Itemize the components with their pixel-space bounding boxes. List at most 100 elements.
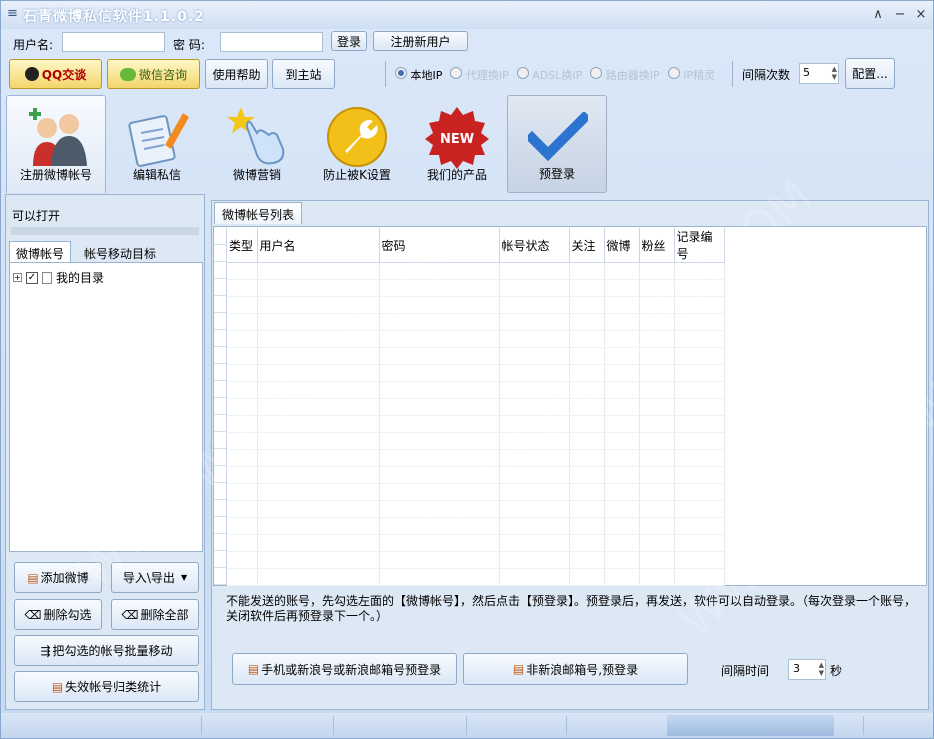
col-weibo[interactable]: 微博 <box>604 228 640 263</box>
table-cell[interactable] <box>257 500 380 518</box>
table-cell[interactable] <box>257 432 380 450</box>
table-cell[interactable] <box>227 415 258 433</box>
table-cell[interactable] <box>674 517 725 535</box>
table-cell[interactable] <box>674 262 725 280</box>
table-cell[interactable] <box>379 330 500 348</box>
table-cell[interactable] <box>569 449 605 467</box>
table-cell[interactable] <box>674 415 725 433</box>
table-cell[interactable] <box>674 551 725 569</box>
table-cell[interactable] <box>227 500 258 518</box>
table-cell[interactable] <box>604 500 640 518</box>
table-cell[interactable] <box>379 517 500 535</box>
table-cell[interactable] <box>379 568 500 586</box>
table-cell[interactable] <box>569 398 605 416</box>
table-cell[interactable] <box>227 313 258 331</box>
table-cell[interactable] <box>569 415 605 433</box>
table-cell[interactable] <box>639 534 675 552</box>
table-cell[interactable] <box>227 398 258 416</box>
table-cell[interactable] <box>379 415 500 433</box>
table-cell[interactable] <box>639 500 675 518</box>
table-cell[interactable] <box>569 313 605 331</box>
password-input[interactable] <box>220 32 323 52</box>
table-row[interactable] <box>227 568 725 586</box>
table-cell[interactable] <box>604 449 640 467</box>
close-icon[interactable]: × <box>912 7 930 23</box>
table-cell[interactable] <box>379 398 500 416</box>
login-button[interactable]: 登录 <box>331 31 367 51</box>
table-cell[interactable] <box>257 415 380 433</box>
table-cell[interactable] <box>257 296 380 314</box>
table-row[interactable] <box>227 330 725 348</box>
table-cell[interactable] <box>227 347 258 365</box>
interval-time-spinner[interactable]: 3 ▲ ▼ <box>788 659 826 680</box>
table-cell[interactable] <box>257 568 380 586</box>
table-cell[interactable] <box>604 262 640 280</box>
table-cell[interactable] <box>499 330 570 348</box>
table-cell[interactable] <box>674 398 725 416</box>
table-cell[interactable] <box>379 364 500 382</box>
table-cell[interactable] <box>604 568 640 586</box>
table-cell[interactable] <box>227 449 258 467</box>
table-cell[interactable] <box>674 347 725 365</box>
table-cell[interactable] <box>569 466 605 484</box>
table-cell[interactable] <box>499 381 570 399</box>
table-cell[interactable] <box>604 483 640 501</box>
col-type[interactable]: 类型 <box>227 228 258 263</box>
register-button[interactable]: 注册新用户 <box>373 31 468 51</box>
table-row[interactable] <box>227 381 725 399</box>
table-cell[interactable] <box>569 364 605 382</box>
table-cell[interactable] <box>639 568 675 586</box>
delete-all-button[interactable]: ⌫ 删除全部 <box>111 599 199 630</box>
table-row[interactable] <box>227 534 725 552</box>
table-row[interactable] <box>227 279 725 297</box>
table-cell[interactable] <box>379 381 500 399</box>
table-cell[interactable] <box>499 466 570 484</box>
table-row[interactable] <box>227 500 725 518</box>
username-input[interactable] <box>62 32 165 52</box>
spinner-arrows-icon[interactable]: ▲ ▼ <box>832 65 837 81</box>
table-cell[interactable] <box>257 347 380 365</box>
table-cell[interactable] <box>639 517 675 535</box>
table-cell[interactable] <box>257 534 380 552</box>
tool-anti-ban-settings[interactable]: 防止被K设置 <box>307 95 407 193</box>
table-cell[interactable] <box>257 517 380 535</box>
table-cell[interactable] <box>499 279 570 297</box>
table-cell[interactable] <box>569 432 605 450</box>
table-cell[interactable] <box>604 381 640 399</box>
table-row[interactable] <box>227 517 725 535</box>
table-cell[interactable] <box>227 330 258 348</box>
tab-move-target[interactable]: 帐号移动目标 <box>75 241 165 263</box>
config-button[interactable]: 配置... <box>845 58 895 89</box>
table-cell[interactable] <box>499 398 570 416</box>
table-cell[interactable] <box>569 568 605 586</box>
table-cell[interactable] <box>604 279 640 297</box>
table-cell[interactable] <box>227 483 258 501</box>
table-cell[interactable] <box>499 364 570 382</box>
table-cell[interactable] <box>499 517 570 535</box>
col-fans[interactable]: 粉丝 <box>639 228 675 263</box>
table-cell[interactable] <box>257 313 380 331</box>
table-row[interactable] <box>227 347 725 365</box>
invalid-stats-button[interactable]: ▤ 失效帐号归类统计 <box>14 671 199 702</box>
table-cell[interactable] <box>639 449 675 467</box>
table-cell[interactable] <box>639 398 675 416</box>
table-cell[interactable] <box>639 330 675 348</box>
table-cell[interactable] <box>227 432 258 450</box>
table-cell[interactable] <box>379 347 500 365</box>
table-cell[interactable] <box>604 313 640 331</box>
table-cell[interactable] <box>379 466 500 484</box>
table-cell[interactable] <box>569 296 605 314</box>
table-cell[interactable] <box>569 483 605 501</box>
table-row[interactable] <box>227 398 725 416</box>
table-cell[interactable] <box>257 279 380 297</box>
tool-edit-message[interactable]: 编辑私信 <box>107 95 207 193</box>
table-row[interactable] <box>227 262 725 280</box>
table-row[interactable] <box>227 296 725 314</box>
table-cell[interactable] <box>227 466 258 484</box>
table-cell[interactable] <box>674 330 725 348</box>
pre-login-phone-sina-button[interactable]: ▤ 手机或新浪号或新浪邮箱号预登录 <box>232 653 457 685</box>
table-row[interactable] <box>227 483 725 501</box>
table-cell[interactable] <box>569 347 605 365</box>
table-cell[interactable] <box>379 534 500 552</box>
table-cell[interactable] <box>379 313 500 331</box>
